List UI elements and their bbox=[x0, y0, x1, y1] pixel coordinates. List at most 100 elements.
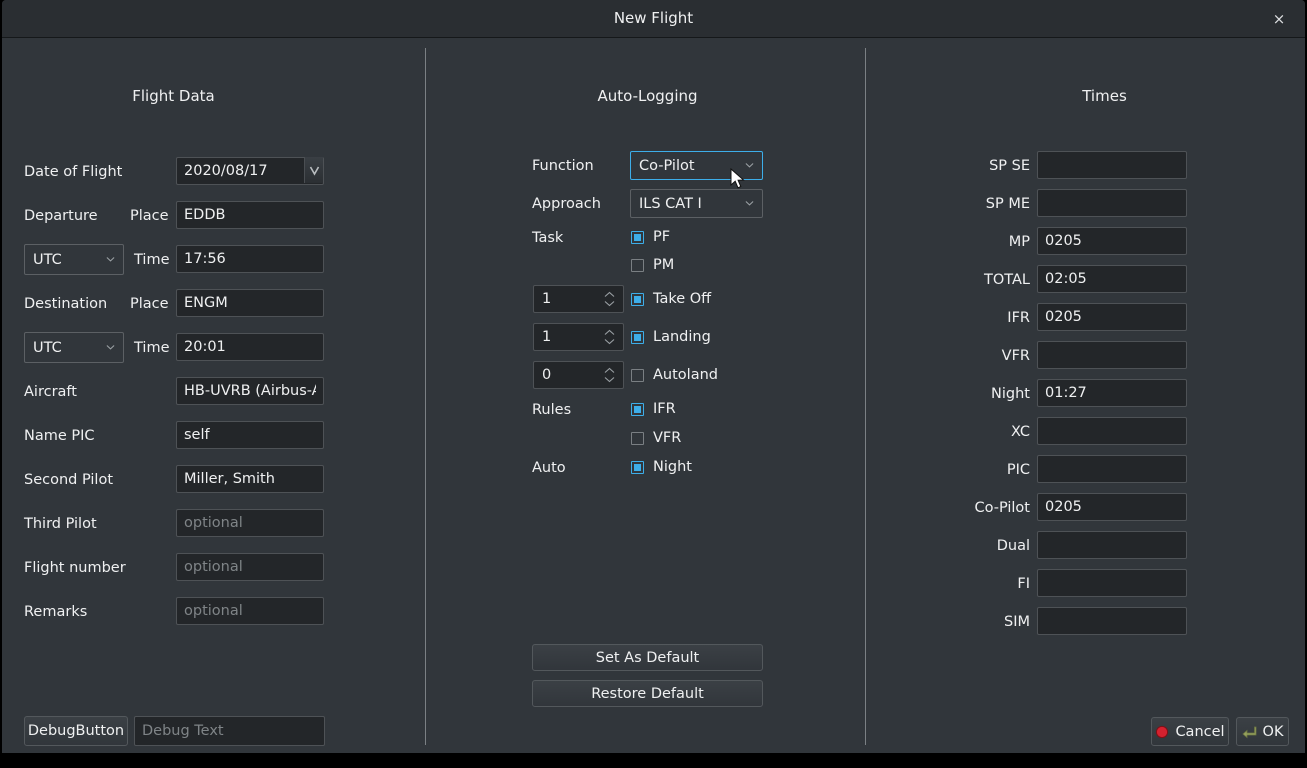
checkbox-night[interactable]: Night bbox=[631, 459, 692, 475]
function-value: Co-Pilot bbox=[639, 157, 695, 174]
spinner-arrows-icon[interactable] bbox=[604, 367, 615, 383]
checkbox-label: IFR bbox=[653, 401, 676, 417]
approach-value: ILS CAT I bbox=[639, 195, 702, 212]
auto-logging-heading: Auto-Logging bbox=[597, 87, 698, 105]
remarks-input[interactable] bbox=[176, 597, 324, 625]
flight-number-label: Flight number bbox=[24, 560, 126, 576]
checkbox-box bbox=[631, 230, 644, 244]
new-flight-dialog: New Flight × Flight Data Auto-Logging Ti… bbox=[2, 0, 1305, 753]
landing-count-spinbox[interactable]: 1 bbox=[533, 323, 624, 351]
second-pilot-label: Second Pilot bbox=[24, 472, 114, 488]
checkbox-pm[interactable]: PM bbox=[631, 257, 674, 273]
departure-timezone-combobox[interactable]: UTC bbox=[24, 244, 124, 275]
titlebar: New Flight × bbox=[2, 0, 1305, 38]
set-as-default-label: Set As Default bbox=[595, 649, 700, 666]
checkbox-box bbox=[631, 460, 644, 474]
takeoff-count-value: 1 bbox=[542, 291, 552, 307]
third-pilot-label: Third Pilot bbox=[24, 516, 97, 532]
debug-text-input[interactable] bbox=[134, 716, 325, 746]
times-row-input[interactable] bbox=[1037, 417, 1187, 445]
checkbox-ifr[interactable]: IFR bbox=[631, 401, 676, 417]
times-row-input[interactable] bbox=[1037, 493, 1187, 521]
restore-default-label: Restore Default bbox=[591, 685, 704, 702]
times-row-label: MP bbox=[1008, 234, 1030, 250]
departure-place-input[interactable] bbox=[176, 201, 324, 229]
restore-default-button[interactable]: Restore Default bbox=[532, 680, 763, 707]
times-row-label: SP ME bbox=[985, 196, 1030, 212]
approach-combobox[interactable]: ILS CAT I bbox=[630, 189, 763, 218]
checkbox-box bbox=[631, 402, 644, 416]
ok-button[interactable]: OK bbox=[1236, 717, 1289, 746]
debug-button[interactable]: DebugButton bbox=[24, 716, 128, 746]
checkbox-autoland[interactable]: Autoland bbox=[631, 367, 718, 383]
enter-key-icon bbox=[1241, 725, 1257, 739]
checkbox-label: VFR bbox=[653, 430, 682, 446]
remarks-label: Remarks bbox=[24, 604, 88, 620]
name-pic-label: Name PIC bbox=[24, 428, 95, 444]
aircraft-input[interactable] bbox=[176, 377, 324, 405]
checkbox-landing[interactable]: Landing bbox=[631, 329, 711, 345]
autoland-count-spinbox[interactable]: 0 bbox=[533, 361, 624, 389]
spinner-arrows-icon[interactable] bbox=[604, 291, 615, 307]
checkbox-label: PF bbox=[653, 229, 671, 245]
takeoff-count-spinbox[interactable]: 1 bbox=[533, 285, 624, 313]
date-of-flight-input[interactable] bbox=[176, 157, 324, 185]
cancel-button[interactable]: Cancel bbox=[1151, 717, 1229, 746]
times-row-input[interactable] bbox=[1037, 227, 1187, 255]
window-title: New Flight bbox=[613, 9, 694, 27]
close-icon[interactable]: × bbox=[1259, 4, 1299, 34]
date-of-flight-label: Date of Flight bbox=[24, 164, 123, 180]
aircraft-label: Aircraft bbox=[24, 384, 77, 400]
column-separator-right bbox=[865, 48, 866, 745]
checkbox-label: PM bbox=[653, 257, 675, 273]
times-row-input[interactable] bbox=[1037, 379, 1187, 407]
times-row-label: SP SE bbox=[989, 158, 1030, 174]
times-row-input[interactable] bbox=[1037, 531, 1187, 559]
checkbox-vfr[interactable]: VFR bbox=[631, 430, 681, 446]
times-row-label: IFR bbox=[1007, 310, 1030, 326]
checkbox-takeoff[interactable]: Take Off bbox=[631, 291, 711, 307]
checkbox-box bbox=[631, 431, 644, 445]
destination-place-label: Place bbox=[130, 296, 169, 312]
times-row-input[interactable] bbox=[1037, 189, 1187, 217]
times-row-label: PIC bbox=[1006, 462, 1030, 478]
times-row-input[interactable] bbox=[1037, 455, 1187, 483]
times-row-label: TOTAL bbox=[984, 272, 1030, 288]
debug-button-label: DebugButton bbox=[27, 723, 125, 739]
chevron-down-icon bbox=[745, 200, 754, 206]
times-row-label: FI bbox=[1017, 576, 1030, 592]
times-row-input[interactable] bbox=[1037, 265, 1187, 293]
destination-time-input[interactable] bbox=[176, 333, 324, 361]
times-row-input[interactable] bbox=[1037, 569, 1187, 597]
ok-label: OK bbox=[1262, 723, 1284, 740]
times-row-input[interactable] bbox=[1037, 607, 1187, 635]
departure-time-input[interactable] bbox=[176, 245, 324, 273]
departure-timezone-value: UTC bbox=[33, 251, 62, 268]
set-as-default-button[interactable]: Set As Default bbox=[532, 644, 763, 671]
times-row-input[interactable] bbox=[1037, 341, 1187, 369]
cancel-icon bbox=[1155, 725, 1169, 739]
name-pic-input[interactable] bbox=[176, 421, 324, 449]
checkbox-box bbox=[631, 330, 644, 344]
third-pilot-input[interactable] bbox=[176, 509, 324, 537]
checkbox-pf[interactable]: PF bbox=[631, 229, 670, 245]
destination-timezone-combobox[interactable]: UTC bbox=[24, 332, 124, 363]
destination-time-label: Time bbox=[134, 340, 170, 356]
date-dropdown-icon[interactable] bbox=[304, 157, 323, 183]
second-pilot-input[interactable] bbox=[176, 465, 324, 493]
approach-label: Approach bbox=[532, 196, 601, 212]
destination-place-input[interactable] bbox=[176, 289, 324, 317]
rules-label: Rules bbox=[532, 402, 572, 418]
cancel-label: Cancel bbox=[1175, 723, 1225, 740]
times-row-label: XC bbox=[1010, 424, 1030, 440]
checkbox-label: Night bbox=[653, 459, 692, 475]
spinner-arrows-icon[interactable] bbox=[604, 329, 615, 345]
times-row-input[interactable] bbox=[1037, 303, 1187, 331]
flight-number-input[interactable] bbox=[176, 553, 324, 581]
times-row-input[interactable] bbox=[1037, 151, 1187, 179]
destination-timezone-value: UTC bbox=[33, 339, 62, 356]
column-separator-left bbox=[425, 48, 426, 745]
times-row-label: SIM bbox=[1004, 614, 1030, 630]
function-combobox[interactable]: Co-Pilot bbox=[630, 151, 763, 180]
checkbox-box bbox=[631, 292, 644, 306]
